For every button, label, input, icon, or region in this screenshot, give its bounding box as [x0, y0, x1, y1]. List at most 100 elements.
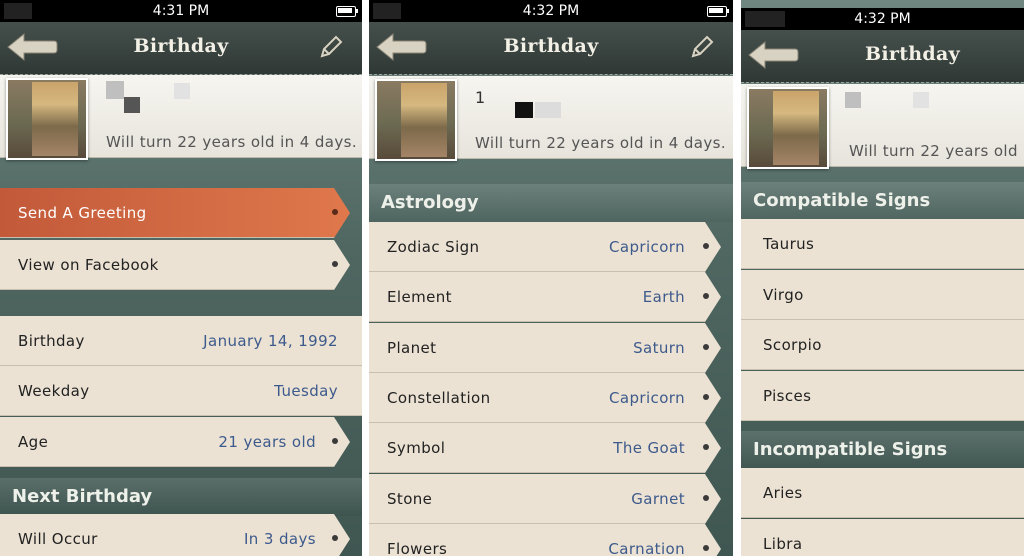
incompatible-sign-row: Libra — [741, 519, 1024, 556]
astrology-row-label: Stone — [387, 489, 433, 508]
status-bar: 4:32 PM — [369, 0, 733, 22]
astrology-row-label: Constellation — [387, 388, 491, 407]
send-greeting-button[interactable]: Send A Greeting — [0, 188, 350, 238]
disclosure-dot-icon — [703, 444, 709, 450]
compatible-sign-row-label: Virgo — [763, 285, 804, 304]
nav-bar: Birthday — [369, 22, 733, 75]
view-facebook-label: View on Facebook — [18, 255, 159, 274]
compatible-sign-row-label: Pisces — [763, 386, 812, 405]
redacted-carrier — [4, 3, 32, 19]
redacted-carrier — [373, 3, 401, 19]
astrology-row-value: Saturn — [633, 338, 685, 357]
age-countdown: Will turn 22 years old — [849, 142, 1018, 160]
compatibility-screen: 4:32 PM Birthday Will turn 22 years old … — [741, 0, 1024, 556]
will-occur-value: In 3 days — [243, 529, 316, 548]
disclosure-dot-icon — [703, 344, 709, 350]
nav-title: Birthday — [865, 43, 960, 65]
disclosure-dot-icon — [703, 495, 709, 501]
astrology-row-value: Earth — [642, 287, 685, 306]
battery-icon — [336, 6, 358, 17]
will-occur-label: Will Occur — [18, 529, 98, 548]
status-time: 4:32 PM — [854, 11, 911, 27]
avatar — [6, 78, 88, 160]
detail-row-age[interactable]: Age 21 years old — [0, 417, 350, 467]
detail-row-will-occur[interactable]: Will Occur In 3 days — [0, 514, 350, 556]
disclosure-dot-icon — [703, 293, 709, 299]
astrology-row-label: Symbol — [387, 438, 446, 457]
profile-header: Will turn 22 years old — [741, 84, 1024, 169]
astrology-row-value: Garnet — [631, 489, 685, 508]
age-value: 21 years old — [218, 432, 316, 451]
astrology-row[interactable]: Constellation Capricorn — [369, 373, 721, 423]
age-countdown: Will turn 22 years old in 4 days. — [475, 134, 727, 152]
compatible-sign-row-label: Scorpio — [763, 335, 822, 354]
astrology-row-label: Element — [387, 287, 452, 306]
disclosure-dot-icon — [332, 535, 338, 541]
disclosure-dot-icon — [703, 545, 709, 551]
battery-icon — [707, 6, 729, 17]
pencil-icon[interactable] — [689, 34, 715, 60]
astrology-row[interactable]: Flowers Carnation — [369, 524, 721, 556]
send-greeting-label: Send A Greeting — [18, 203, 147, 222]
incompatible-sign-row: Aries — [741, 468, 1024, 518]
detail-row-weekday: Weekday Tuesday — [0, 366, 362, 416]
astrology-row-label: Flowers — [387, 539, 448, 556]
section-header-incompatible: Incompatible Signs — [741, 431, 1024, 469]
compatible-sign-row: Virgo — [741, 270, 1024, 320]
nav-bar: Birthday — [0, 22, 362, 75]
section-header-compatible: Compatible Signs — [741, 182, 1024, 220]
section-header-next-birthday: Next Birthday — [0, 478, 362, 516]
status-time: 4:32 PM — [522, 3, 580, 19]
astrology-row[interactable]: Stone Garnet — [369, 474, 721, 524]
age-countdown: Will turn 22 years old in 4 days. — [106, 133, 358, 151]
avatar — [747, 87, 829, 169]
status-bar: 4:32 PM — [741, 8, 1024, 30]
view-facebook-button[interactable]: View on Facebook — [0, 240, 350, 290]
detail-row-birthday: Birthday January 14, 1992 — [0, 316, 362, 366]
birthday-detail-screen: 4:31 PM Birthday Will turn 22 years old … — [0, 0, 362, 556]
weekday-label: Weekday — [18, 381, 90, 400]
incompatible-sign-row-label: Libra — [763, 534, 803, 553]
compatible-sign-row: Pisces — [741, 371, 1024, 421]
astrology-row-value: Carnation — [608, 539, 685, 556]
profile-header: 1 Will turn 22 years old in 4 days. — [369, 76, 733, 161]
astrology-row[interactable]: Element Earth — [369, 272, 721, 322]
astrology-row-value: Capricorn — [609, 237, 685, 256]
profile-header: Will turn 22 years old in 4 days. — [0, 75, 362, 160]
astrology-screen: 4:32 PM Birthday 1 Will turn 22 years ol… — [369, 0, 733, 556]
compatible-sign-row: Scorpio — [741, 320, 1024, 370]
weekday-value: Tuesday — [274, 381, 338, 400]
disclosure-dot-icon — [332, 261, 338, 267]
avatar — [375, 79, 457, 161]
astrology-row-value: Capricorn — [609, 388, 685, 407]
pencil-icon[interactable] — [318, 34, 344, 60]
nav-bar: Birthday — [741, 30, 1024, 83]
astrology-row[interactable]: Zodiac Sign Capricorn — [369, 222, 721, 272]
status-time: 4:31 PM — [152, 3, 210, 19]
redacted-name — [106, 81, 124, 99]
disclosure-dot-icon — [332, 209, 338, 215]
astrology-row-value: The Goat — [613, 438, 685, 457]
nav-title: Birthday — [503, 35, 599, 57]
birthday-label: Birthday — [18, 331, 85, 350]
compatible-sign-row: Taurus — [741, 219, 1024, 269]
redacted-carrier — [745, 11, 785, 27]
astrology-row[interactable]: Planet Saturn — [369, 323, 721, 373]
compatible-sign-row-label: Taurus — [763, 234, 815, 253]
incompatible-sign-row-label: Aries — [763, 483, 803, 502]
disclosure-dot-icon — [703, 243, 709, 249]
redacted-name — [515, 102, 533, 118]
back-arrow-icon[interactable] — [747, 40, 799, 70]
age-label: Age — [18, 432, 49, 451]
birthday-value: January 14, 1992 — [203, 331, 338, 350]
astrology-row[interactable]: Symbol The Goat — [369, 423, 721, 473]
astrology-row-label: Zodiac Sign — [387, 237, 480, 256]
profile-name: 1 — [475, 88, 486, 107]
section-header-astrology: Astrology — [369, 184, 733, 222]
disclosure-dot-icon — [703, 394, 709, 400]
redacted-name — [845, 92, 861, 108]
status-bar: 4:31 PM — [0, 0, 362, 22]
astrology-row-label: Planet — [387, 338, 437, 357]
disclosure-dot-icon — [332, 438, 338, 444]
nav-title: Birthday — [133, 35, 229, 57]
